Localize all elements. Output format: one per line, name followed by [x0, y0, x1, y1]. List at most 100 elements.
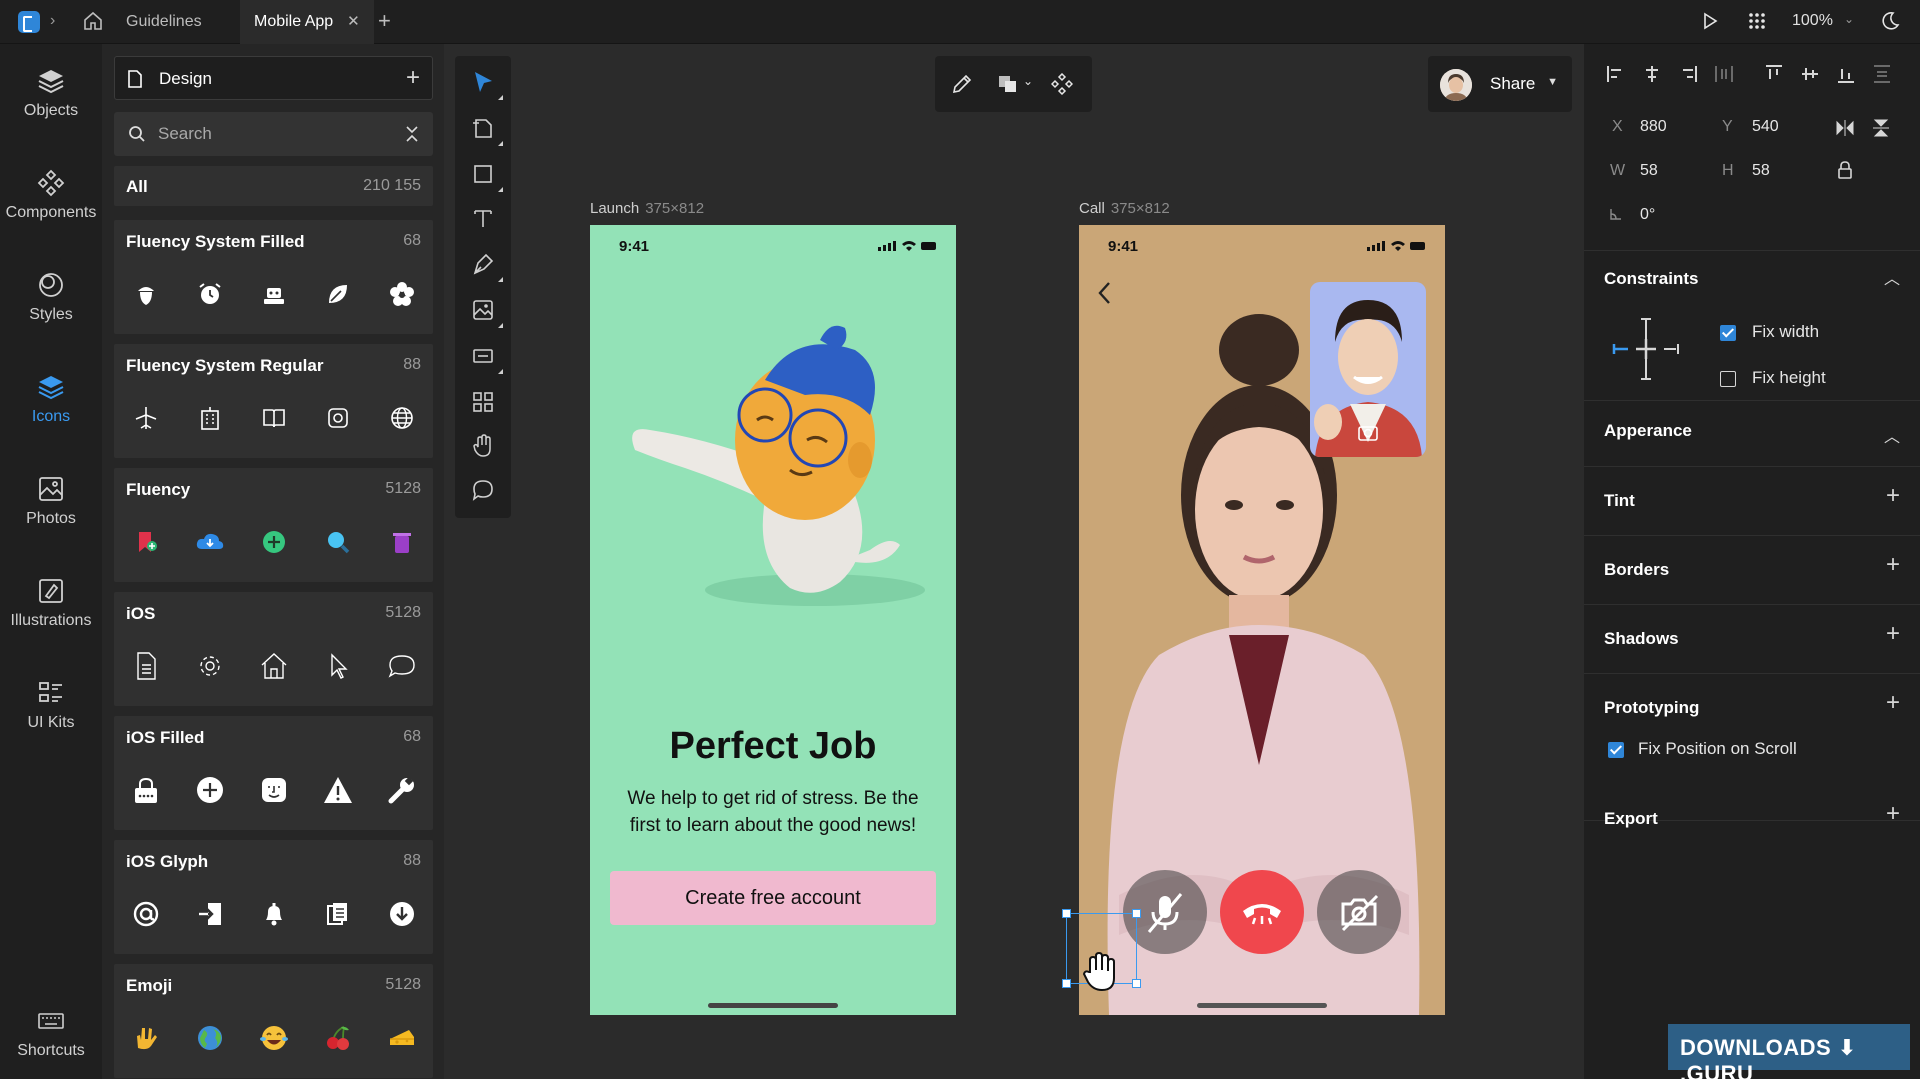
- comment-tool[interactable]: [469, 476, 497, 504]
- grid-tool[interactable]: [469, 388, 497, 416]
- chevron-up-icon[interactable]: ︿: [1884, 265, 1900, 289]
- apps-grid-icon[interactable]: [1748, 12, 1766, 30]
- airplane-icon[interactable]: [122, 398, 170, 438]
- flip-vertical-icon[interactable]: [1873, 119, 1889, 137]
- nav-icons[interactable]: Icons: [0, 372, 102, 426]
- sign-in-icon[interactable]: [186, 894, 234, 934]
- building-icon[interactable]: [186, 398, 234, 438]
- create-account-button[interactable]: Create free account: [610, 871, 936, 925]
- fix-position-checkbox[interactable]: [1608, 742, 1624, 758]
- height-value-field[interactable]: 58: [1752, 162, 1770, 180]
- flip-horizontal-icon[interactable]: [1836, 120, 1854, 136]
- tab-guidelines[interactable]: Guidelines: [112, 0, 216, 44]
- align-left-icon[interactable]: [1606, 64, 1626, 84]
- globe-icon[interactable]: [378, 398, 426, 438]
- acorn-icon[interactable]: [122, 274, 170, 314]
- nav-photos[interactable]: Photos: [0, 474, 102, 528]
- distribute-horizontal-icon[interactable]: [1714, 64, 1734, 84]
- camera-off-button[interactable]: [1317, 870, 1401, 954]
- add-shadow-plus-icon[interactable]: +: [1886, 620, 1900, 648]
- nav-illustrations[interactable]: Illustrations: [0, 576, 102, 630]
- x-value-field[interactable]: 880: [1640, 118, 1667, 136]
- resize-handle[interactable]: [1062, 909, 1071, 918]
- rectangle-tool[interactable]: [469, 160, 503, 192]
- flip-camera-icon[interactable]: [1357, 422, 1379, 444]
- component-tool[interactable]: [469, 342, 503, 374]
- share-button[interactable]: Share ▼: [1428, 56, 1572, 112]
- call-frame[interactable]: 9:41: [1079, 225, 1445, 1015]
- globe-earth-icon[interactable]: [186, 1018, 234, 1058]
- resize-handle[interactable]: [1132, 979, 1141, 988]
- icon-set-fluency-system-filled[interactable]: Fluency System Filled 68: [114, 220, 433, 334]
- icon-set-emoji[interactable]: Emoji 5128: [114, 964, 433, 1078]
- settings-gear-icon[interactable]: [186, 646, 234, 686]
- trash-icon[interactable]: [378, 522, 426, 562]
- speech-bubble-icon[interactable]: [378, 646, 426, 686]
- hand-tool[interactable]: [469, 432, 497, 460]
- search-input[interactable]: [158, 122, 378, 146]
- fix-width-checkbox[interactable]: [1720, 325, 1736, 341]
- collapse-icon[interactable]: [403, 123, 421, 145]
- add-circle-icon[interactable]: [250, 522, 298, 562]
- avatar[interactable]: [1440, 69, 1472, 101]
- distribute-vertical-icon[interactable]: [1872, 64, 1892, 84]
- chevron-down-icon[interactable]: ⌄: [1844, 12, 1854, 26]
- copy-icon[interactable]: [314, 894, 362, 934]
- launch-frame[interactable]: 9:41 Perfect Job We help to get rid of s…: [590, 225, 956, 1015]
- frame-label-launch[interactable]: Launch 375×812: [590, 200, 704, 217]
- magnifier-icon[interactable]: [314, 522, 362, 562]
- y-value-field[interactable]: 540: [1752, 118, 1779, 136]
- nav-objects[interactable]: Objects: [0, 66, 102, 120]
- add-icon[interactable]: +: [406, 64, 420, 92]
- align-right-icon[interactable]: [1678, 64, 1698, 84]
- laughing-face-icon[interactable]: [250, 1018, 298, 1058]
- wrench-icon[interactable]: [378, 770, 426, 810]
- width-value-field[interactable]: 58: [1640, 162, 1658, 180]
- warning-triangle-icon[interactable]: [314, 770, 362, 810]
- icon-set-fluency-system-regular[interactable]: Fluency System Regular 88: [114, 344, 433, 458]
- align-bottom-icon[interactable]: [1836, 64, 1856, 84]
- design-selector[interactable]: Design +: [114, 56, 433, 100]
- download-circle-icon[interactable]: [378, 894, 426, 934]
- add-border-plus-icon[interactable]: +: [1886, 551, 1900, 579]
- icon-set-ios-glyph[interactable]: iOS Glyph 88: [114, 840, 433, 954]
- image-tool[interactable]: [469, 296, 503, 328]
- icon-set-ios-filled[interactable]: iOS Filled 68: [114, 716, 433, 830]
- flower-icon[interactable]: [378, 274, 426, 314]
- document-icon[interactable]: [122, 646, 170, 686]
- resize-handle[interactable]: [1062, 979, 1071, 988]
- cursor-icon[interactable]: [314, 646, 362, 686]
- moon-icon[interactable]: [1879, 10, 1901, 32]
- zoom-level[interactable]: 100%: [1792, 12, 1833, 30]
- lock-icon[interactable]: [1838, 161, 1852, 179]
- robot-icon[interactable]: [250, 274, 298, 314]
- text-tool[interactable]: [469, 204, 497, 232]
- add-export-plus-icon[interactable]: +: [1886, 800, 1900, 828]
- contact-card-icon[interactable]: [314, 398, 362, 438]
- cloud-download-icon[interactable]: [186, 522, 234, 562]
- chevron-up-icon[interactable]: ︿: [1884, 423, 1900, 447]
- home-outline-icon[interactable]: [250, 646, 298, 686]
- nav-shortcuts[interactable]: Shortcuts: [0, 1006, 102, 1060]
- align-middle-vertical-icon[interactable]: [1800, 64, 1820, 84]
- tab-mobile-app[interactable]: Mobile App ✕: [240, 0, 374, 44]
- bell-icon[interactable]: [250, 894, 298, 934]
- at-sign-icon[interactable]: [122, 894, 170, 934]
- plus-circle-icon[interactable]: [186, 770, 234, 810]
- constraints-widget[interactable]: [1606, 309, 1686, 389]
- select-tool[interactable]: [469, 68, 503, 100]
- self-view-thumbnail[interactable]: [1310, 282, 1426, 457]
- add-prototype-plus-icon[interactable]: +: [1886, 689, 1900, 717]
- nav-ui-kits[interactable]: UI Kits: [0, 678, 102, 732]
- book-open-icon[interactable]: [250, 398, 298, 438]
- fill-shapes-icon[interactable]: [997, 74, 1019, 94]
- align-top-icon[interactable]: [1764, 64, 1784, 84]
- alarm-clock-icon[interactable]: [186, 274, 234, 314]
- end-call-button[interactable]: [1220, 870, 1304, 954]
- pencil-icon[interactable]: [951, 73, 973, 95]
- icon-set-fluency[interactable]: Fluency 5128: [114, 468, 433, 582]
- all-icons-row[interactable]: All 210 155: [114, 166, 433, 206]
- frame-label-call[interactable]: Call 375×812: [1079, 200, 1170, 217]
- cherries-icon[interactable]: [314, 1018, 362, 1058]
- app-logo-icon[interactable]: [18, 11, 40, 33]
